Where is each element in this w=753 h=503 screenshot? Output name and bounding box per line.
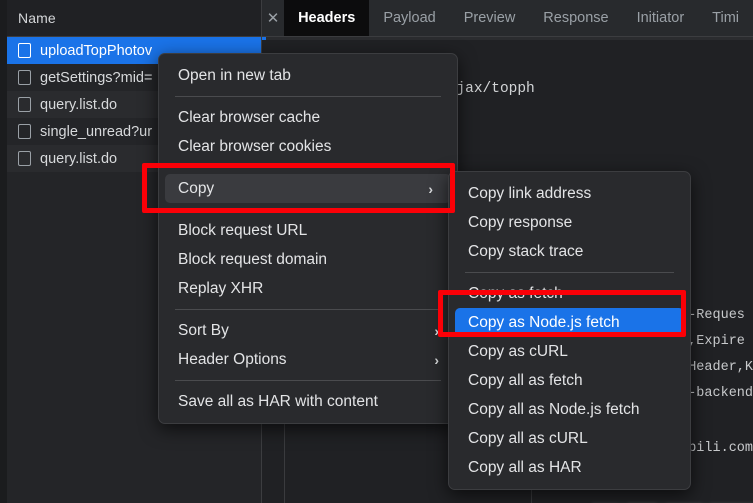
request-name: uploadTopPhotov bbox=[40, 42, 153, 59]
submenu-item-copy-all-as-curl[interactable]: Copy all as cURL bbox=[449, 424, 690, 453]
menu-separator bbox=[175, 380, 441, 381]
menu-separator bbox=[465, 272, 674, 273]
submenu-item-copy-link-address[interactable]: Copy link address bbox=[449, 179, 690, 208]
submenu-item-copy-as-curl[interactable]: Copy as cURL bbox=[449, 337, 690, 366]
copy-submenu: Copy link address Copy response Copy sta… bbox=[448, 171, 691, 490]
request-name: single_unread?ur bbox=[40, 123, 153, 140]
menu-item-header-options[interactable]: Header Options › bbox=[159, 345, 457, 374]
tab-preview[interactable]: Preview bbox=[450, 0, 530, 36]
document-icon bbox=[18, 151, 31, 166]
tab-payload[interactable]: Payload bbox=[369, 0, 449, 36]
header-line: ,Expire bbox=[688, 334, 745, 349]
header-line: -Reques bbox=[688, 308, 745, 323]
response-header-tail: bili.com bbox=[688, 441, 753, 456]
submenu-item-copy-as-nodejs-fetch[interactable]: Copy as Node.js fetch bbox=[455, 308, 684, 337]
menu-item-save-all-as-har-with-content[interactable]: Save all as HAR with content bbox=[159, 387, 457, 416]
request-name: query.list.do bbox=[40, 96, 118, 113]
document-icon bbox=[18, 124, 31, 139]
chevron-right-icon: › bbox=[434, 322, 439, 339]
submenu-item-copy-all-as-har[interactable]: Copy all as HAR bbox=[449, 453, 690, 482]
context-menu: Open in new tab Clear browser cache Clea… bbox=[158, 53, 458, 424]
header-line: -backend bbox=[688, 386, 753, 401]
menu-item-label: Copy bbox=[178, 179, 215, 197]
menu-item-block-request-url[interactable]: Block request URL bbox=[159, 216, 457, 245]
menu-item-copy[interactable]: Copy › bbox=[165, 174, 451, 203]
tab-accent-bar bbox=[262, 37, 753, 40]
network-table-header: Name bbox=[7, 0, 261, 37]
menu-item-replay-xhr[interactable]: Replay XHR bbox=[159, 274, 457, 303]
request-name: getSettings?mid= bbox=[40, 69, 153, 86]
menu-item-open-in-new-tab[interactable]: Open in new tab bbox=[159, 61, 457, 90]
menu-item-clear-browser-cache[interactable]: Clear browser cache bbox=[159, 103, 457, 132]
menu-separator bbox=[175, 209, 441, 210]
tab-initiator[interactable]: Initiator bbox=[623, 0, 699, 36]
close-icon[interactable]: ✕ bbox=[262, 0, 284, 36]
chevron-right-icon: › bbox=[428, 180, 433, 197]
request-name: query.list.do bbox=[40, 150, 118, 167]
tab-timing[interactable]: Timi bbox=[698, 0, 753, 36]
column-header-name: Name bbox=[18, 10, 56, 26]
document-icon bbox=[18, 97, 31, 112]
document-icon bbox=[18, 70, 31, 85]
submenu-item-copy-stack-trace[interactable]: Copy stack trace bbox=[449, 237, 690, 266]
detail-tab-bar: ✕ Headers Payload Preview Response Initi… bbox=[262, 0, 753, 37]
devtools-network-screenshot: Name uploadTopPhotov getSettings?mid= qu… bbox=[0, 0, 753, 503]
menu-item-label: Header Options bbox=[178, 350, 287, 368]
response-headers-right-column: -Reques ,Expire Header,K -backend bbox=[688, 303, 753, 407]
submenu-item-copy-all-as-fetch[interactable]: Copy all as fetch bbox=[449, 366, 690, 395]
menu-separator bbox=[175, 309, 441, 310]
submenu-item-copy-all-as-nodejs-fetch[interactable]: Copy all as Node.js fetch bbox=[449, 395, 690, 424]
tab-response[interactable]: Response bbox=[529, 0, 622, 36]
menu-item-clear-browser-cookies[interactable]: Clear browser cookies bbox=[159, 132, 457, 161]
menu-item-label: Sort By bbox=[178, 321, 229, 339]
submenu-item-copy-response[interactable]: Copy response bbox=[449, 208, 690, 237]
menu-separator bbox=[175, 96, 441, 97]
document-icon bbox=[18, 43, 31, 58]
menu-item-block-request-domain[interactable]: Block request domain bbox=[159, 245, 457, 274]
header-line: Header,K bbox=[688, 360, 753, 375]
chevron-right-icon: › bbox=[434, 351, 439, 368]
submenu-item-copy-as-fetch[interactable]: Copy as fetch bbox=[449, 279, 690, 308]
menu-separator bbox=[175, 167, 441, 168]
tab-headers[interactable]: Headers bbox=[284, 0, 370, 36]
menu-item-sort-by[interactable]: Sort By › bbox=[159, 316, 457, 345]
